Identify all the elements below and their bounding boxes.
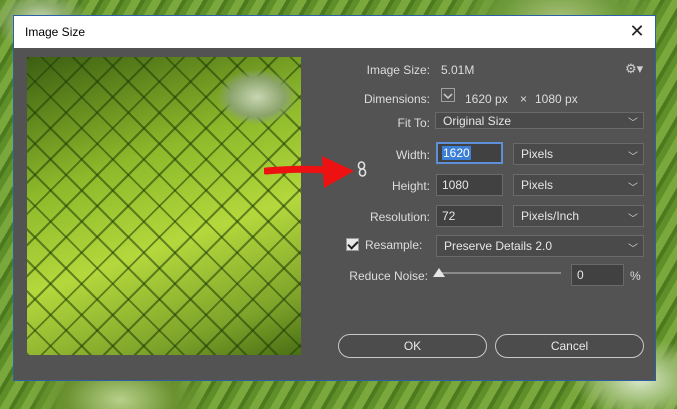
resample-select[interactable]: Preserve Details 2.0 ﹀ xyxy=(436,235,644,257)
width-label: Width: xyxy=(395,148,430,162)
chevron-down-icon: ﹀ xyxy=(628,118,638,129)
reduce-noise-label: Reduce Noise: xyxy=(349,269,428,283)
fit-to-select[interactable]: Original Size ﹀ xyxy=(435,112,644,129)
resample-checkbox[interactable] xyxy=(346,238,359,251)
width-unit-value: Pixels xyxy=(521,147,554,161)
height-unit-select[interactable]: Pixels ﹀ xyxy=(513,174,644,196)
height-value: 1080 xyxy=(442,178,469,192)
resample-value: Preserve Details 2.0 xyxy=(444,239,553,253)
height-input[interactable]: 1080 xyxy=(436,174,503,196)
dimensions-width: 1620 px xyxy=(465,92,508,106)
reduce-noise-value: 0 xyxy=(577,268,584,282)
dimensions-height: 1080 px xyxy=(535,92,578,106)
close-icon[interactable]: ✕ xyxy=(627,21,647,41)
cancel-button-label: Cancel xyxy=(550,339,589,353)
resample-label: Resample: xyxy=(365,238,423,252)
title-bar: Image Size ✕ xyxy=(14,16,655,48)
height-label: Height: xyxy=(391,179,430,193)
ok-button-label: OK xyxy=(403,339,422,353)
chevron-down-icon: ﹀ xyxy=(628,152,638,163)
width-unit-select[interactable]: Pixels ﹀ xyxy=(513,143,644,165)
reduce-noise-input[interactable]: 0 xyxy=(571,264,624,286)
reduce-noise-slider-track[interactable] xyxy=(439,272,561,274)
resolution-label: Resolution: xyxy=(369,210,430,224)
resolution-input[interactable]: 72 xyxy=(436,205,503,227)
image-size-label: Image Size: xyxy=(366,63,430,77)
resolution-unit-select[interactable]: Pixels/Inch ﹀ xyxy=(513,205,644,227)
chevron-down-icon: ﹀ xyxy=(628,183,638,194)
reduce-noise-unit: % xyxy=(630,269,641,283)
red-arrow-annotation xyxy=(262,154,356,195)
ok-button[interactable]: OK xyxy=(338,334,487,358)
gear-icon[interactable]: ⚙▾ xyxy=(625,61,643,77)
width-value: 1620 xyxy=(442,146,471,160)
dimensions-chevron-icon[interactable] xyxy=(441,88,455,102)
height-unit-value: Pixels xyxy=(521,178,554,192)
image-size-value: 5.01M xyxy=(441,63,475,77)
fit-to-value: Original Size xyxy=(443,114,512,128)
resolution-value: 72 xyxy=(442,209,456,223)
width-input[interactable]: 1620 xyxy=(436,142,503,164)
reduce-noise-slider-thumb[interactable] xyxy=(433,268,445,277)
resolution-unit-value: Pixels/Inch xyxy=(521,209,580,223)
cancel-button[interactable]: Cancel xyxy=(495,334,644,358)
chevron-down-icon: ﹀ xyxy=(628,244,638,255)
dialog-title: Image Size xyxy=(25,25,86,39)
dimensions-label: Dimensions: xyxy=(363,92,430,106)
fit-to-label: Fit To: xyxy=(397,116,430,130)
dimensions-separator: × xyxy=(520,92,528,106)
chevron-down-icon: ﹀ xyxy=(628,214,638,225)
image-preview[interactable] xyxy=(27,57,301,355)
